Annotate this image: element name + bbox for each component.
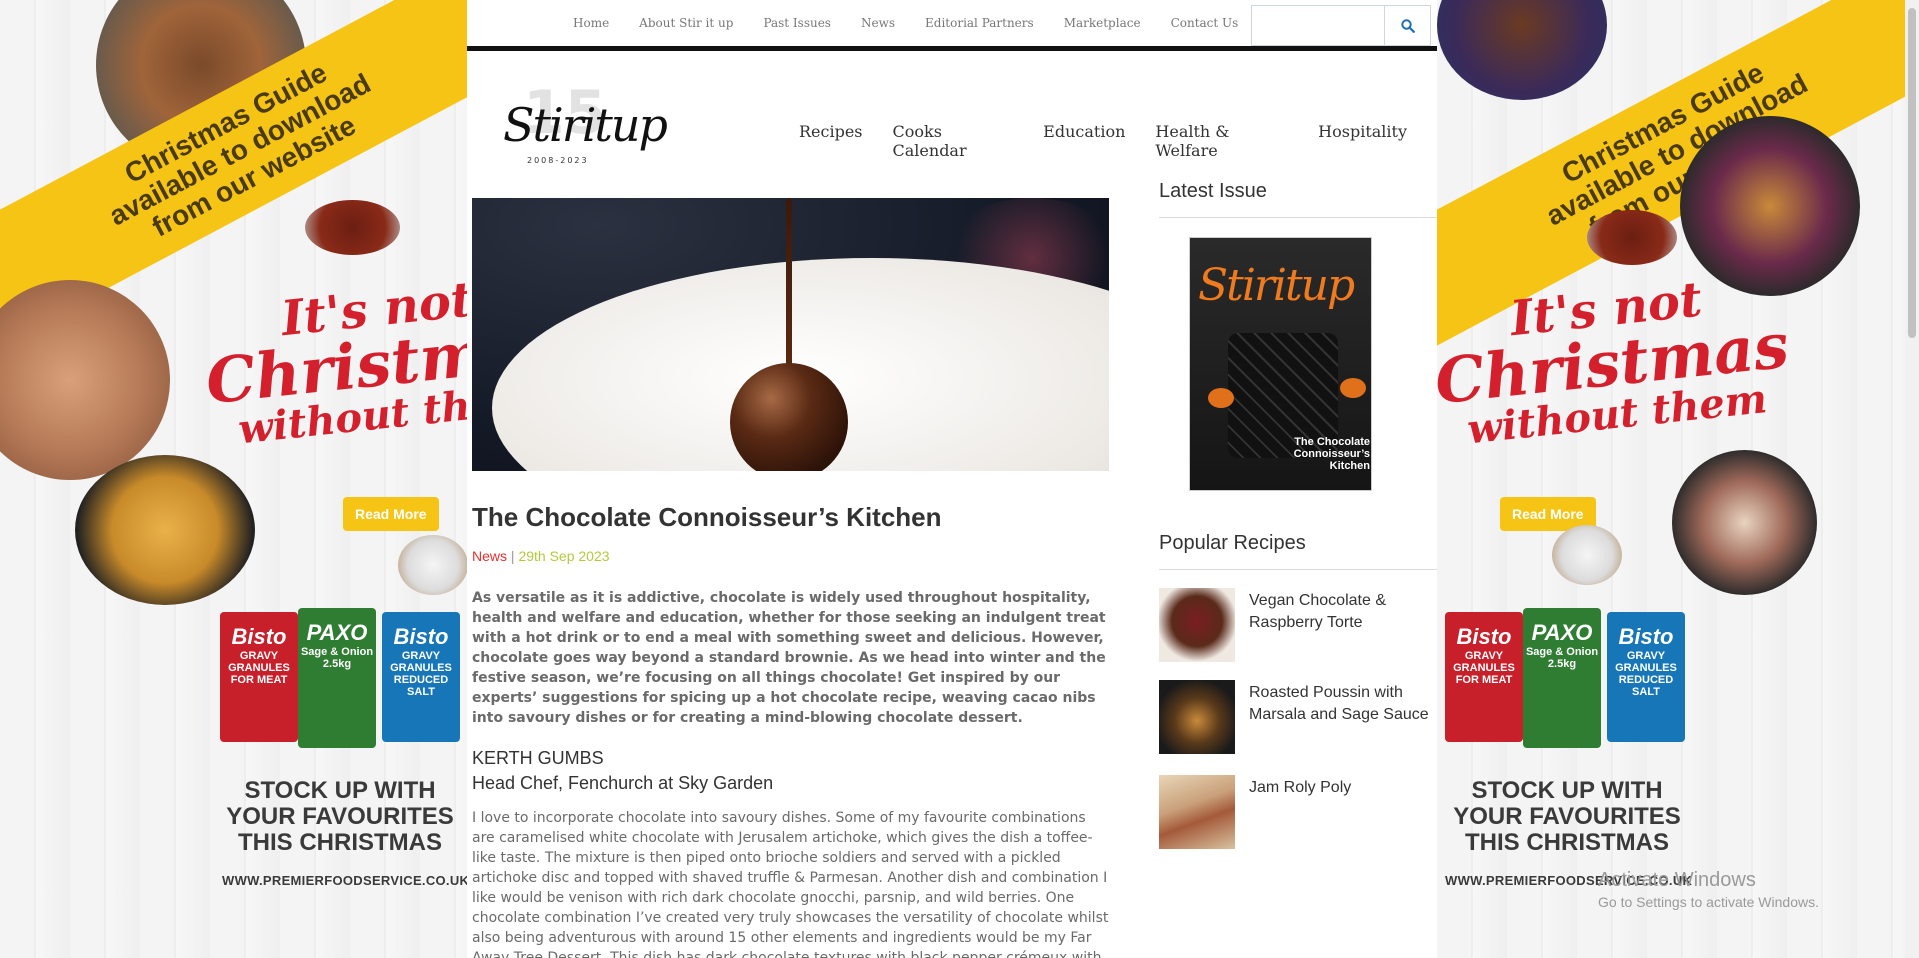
nav-past-issues[interactable]: Past Issues bbox=[763, 16, 831, 30]
cover-masthead: Stiritup bbox=[1198, 260, 1355, 311]
ad-stock-up-text: STOCK UP WITH YOUR FAVOURITES THIS CHRISTM… bbox=[226, 777, 454, 856]
chef-role: Head Chef, Fenchurch at Sky Garden bbox=[472, 773, 774, 793]
search-button[interactable] bbox=[1384, 5, 1431, 46]
gravy-boat-image bbox=[305, 200, 400, 255]
turkey-plate-image bbox=[1437, 0, 1607, 100]
article-meta: News | 29th Sep 2023 bbox=[472, 548, 610, 564]
windows-activation-subtitle: Go to Settings to activate Windows. bbox=[1598, 894, 1819, 910]
left-advert-banner[interactable]: Christmas Guide available to download from… bbox=[0, 0, 468, 958]
chef-name: KERTH GUMBS bbox=[472, 748, 604, 768]
search-icon bbox=[1400, 18, 1415, 33]
article-lead: As versatile as it is addictive, chocola… bbox=[472, 590, 1106, 726]
paxo-pack: PAXO Sage & Onion 2.5kg bbox=[1523, 608, 1601, 748]
nav-health-welfare[interactable]: Health & Welfare bbox=[1155, 122, 1288, 160]
article-hero-image bbox=[472, 198, 1109, 471]
nav-contact[interactable]: Contact Us bbox=[1171, 16, 1239, 30]
salt-bowl-image bbox=[398, 535, 468, 595]
page-scrollbar[interactable] bbox=[1905, 0, 1919, 958]
top-navigation: Home About Stir it up Past Issues News E… bbox=[467, 0, 1437, 51]
recipe-link[interactable]: Jam Roly Poly bbox=[1249, 777, 1429, 799]
recipe-link[interactable]: Vegan Chocolate & Raspberry Torte bbox=[1249, 590, 1429, 634]
cover-headline: The Chocolate Connoisseur’s Kitchen bbox=[1293, 436, 1370, 472]
top-nav-links: Home About Stir it up Past Issues News E… bbox=[573, 16, 1268, 30]
logo-years: 2008-2023 bbox=[527, 156, 589, 165]
main-navigation: Recipes Cooks Calendar Education Health … bbox=[799, 122, 1437, 160]
roast-potatoes-image bbox=[75, 455, 255, 605]
nav-hospitality[interactable]: Hospitality bbox=[1318, 122, 1407, 160]
pizza-board-image bbox=[0, 280, 170, 480]
nav-cooks-calendar[interactable]: Cooks Calendar bbox=[893, 122, 1014, 160]
cover-pumpkin-image bbox=[1208, 388, 1234, 408]
site-logo[interactable]: 15 Stiritup 2008-2023 bbox=[503, 78, 668, 170]
bisto-meat-pack: Bisto GRAVY GRANULES FOR MEAT bbox=[220, 612, 298, 742]
wrap-plate-image bbox=[1672, 450, 1817, 595]
gravy-boat-image bbox=[1587, 210, 1677, 265]
main-content-column: Home About Stir it up Past Issues News E… bbox=[467, 0, 1437, 958]
article-title: The Chocolate Connoisseur’s Kitchen bbox=[472, 502, 942, 532]
recipe-link[interactable]: Roasted Poussin with Marsala and Sage Sa… bbox=[1249, 682, 1429, 726]
ad-read-more-button[interactable]: Read More bbox=[343, 497, 439, 531]
popular-recipe-item[interactable]: Jam Roly Poly bbox=[1159, 775, 1437, 849]
nav-news[interactable]: News bbox=[861, 16, 895, 30]
recipe-thumbnail bbox=[1159, 680, 1235, 754]
bisto-reduced-salt-pack: Bisto GRAVY GRANULES REDUCED SALT bbox=[1607, 612, 1685, 742]
logo-wordmark: Stiritup bbox=[503, 98, 668, 152]
nav-recipes[interactable]: Recipes bbox=[799, 122, 863, 160]
popular-recipe-item[interactable]: Vegan Chocolate & Raspberry Torte bbox=[1159, 588, 1437, 662]
meta-separator: | bbox=[507, 548, 519, 564]
latest-issue-cover[interactable]: Stiritup The Chocolate Connoisseur’s Kit… bbox=[1189, 237, 1372, 491]
paxo-pack: PAXO Sage & Onion 2.5kg bbox=[298, 608, 376, 748]
article-date: 29th Sep 2023 bbox=[518, 548, 610, 564]
right-advert-banner[interactable]: Christmas Guideavailable to downloadfrom… bbox=[1437, 0, 1905, 958]
latest-issue-heading: Latest Issue bbox=[1159, 180, 1437, 218]
nav-education[interactable]: Education bbox=[1043, 122, 1125, 160]
recipe-thumbnail bbox=[1159, 775, 1235, 849]
nav-home[interactable]: Home bbox=[573, 16, 609, 30]
bisto-meat-pack: Bisto GRAVY GRANULES FOR MEAT bbox=[1445, 612, 1523, 742]
article-category-link[interactable]: News bbox=[472, 548, 507, 564]
popular-recipe-item[interactable]: Roasted Poussin with Marsala and Sage Sa… bbox=[1159, 680, 1437, 754]
scrollbar-thumb[interactable] bbox=[1908, 8, 1916, 338]
bisto-reduced-salt-pack: Bisto GRAVY GRANULES REDUCED SALT bbox=[382, 612, 460, 742]
salt-bowl-image bbox=[1552, 525, 1622, 585]
ad-stock-up-text: STOCK UP WITH YOUR FAVOURITES THIS CHRISTM… bbox=[1453, 777, 1681, 856]
popular-recipes-heading: Popular Recipes bbox=[1159, 532, 1437, 570]
recipe-thumbnail bbox=[1159, 588, 1235, 662]
windows-activation-title: Activate Windows bbox=[1598, 869, 1756, 891]
ad-headline: It's not Christmas without them bbox=[202, 271, 468, 454]
sidebar: Latest Issue Stiritup The Chocolate Conn… bbox=[1159, 180, 1437, 849]
search-input[interactable] bbox=[1251, 5, 1384, 46]
nav-editorial-partners[interactable]: Editorial Partners bbox=[925, 16, 1034, 30]
nav-about[interactable]: About Stir it up bbox=[639, 16, 733, 30]
ad-url[interactable]: WWW.PREMIERFOODSERVICE.CO.UK bbox=[222, 873, 468, 888]
cover-pumpkin-image bbox=[1340, 378, 1366, 398]
nav-marketplace[interactable]: Marketplace bbox=[1064, 16, 1141, 30]
article-body: I love to incorporate chocolate into sav… bbox=[472, 810, 1109, 958]
